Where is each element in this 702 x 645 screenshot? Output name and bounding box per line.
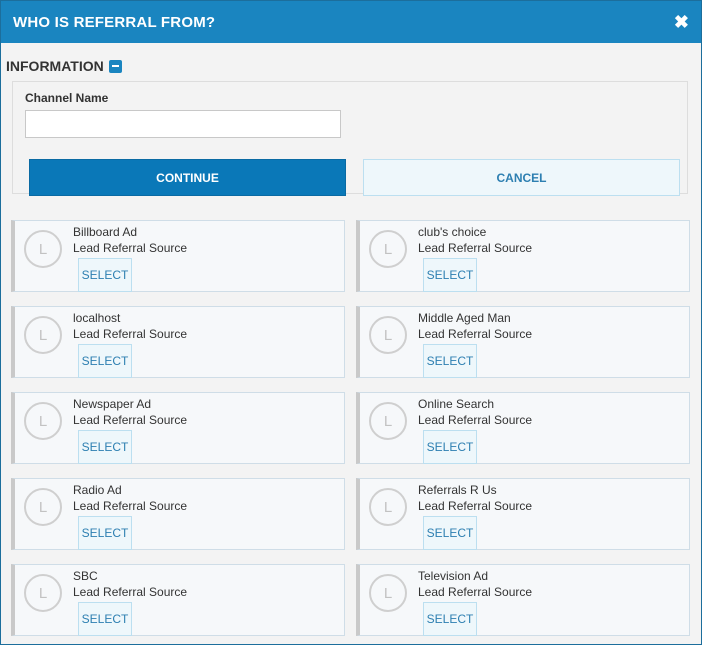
channel-name: Television Ad	[418, 569, 489, 583]
channel-card: L Middle Aged Man Lead Referral Source S…	[356, 306, 690, 378]
select-button[interactable]: SELECT	[423, 344, 477, 378]
select-button[interactable]: SELECT	[78, 602, 132, 636]
channel-name-label: Channel Name	[25, 91, 109, 105]
channel-card-grid: L Billboard Ad Lead Referral Source SELE…	[11, 220, 691, 636]
channel-name: Billboard Ad	[73, 225, 138, 239]
channel-type: Lead Referral Source	[418, 499, 533, 513]
avatar-icon: L	[24, 402, 62, 440]
avatar-icon: L	[369, 574, 407, 612]
avatar-icon: L	[369, 316, 407, 354]
avatar-icon: L	[24, 574, 62, 612]
section-title: INFORMATION	[6, 58, 104, 74]
channel-type: Lead Referral Source	[418, 241, 533, 255]
channel-type: Lead Referral Source	[418, 327, 533, 341]
collapse-icon[interactable]	[108, 59, 122, 73]
select-button[interactable]: SELECT	[78, 344, 132, 378]
select-button[interactable]: SELECT	[423, 602, 477, 636]
channel-name: Referrals R Us	[418, 483, 497, 497]
channel-type: Lead Referral Source	[73, 585, 188, 599]
channel-card: L localhost Lead Referral Source SELECT	[11, 306, 345, 378]
channel-type: Lead Referral Source	[73, 413, 188, 427]
channel-card: L Online Search Lead Referral Source SEL…	[356, 392, 690, 464]
channel-card: L Radio Ad Lead Referral Source SELECT	[11, 478, 345, 550]
channel-card: L Billboard Ad Lead Referral Source SELE…	[11, 220, 345, 292]
select-button[interactable]: SELECT	[423, 516, 477, 550]
channel-name: club's choice	[418, 225, 487, 239]
avatar-icon: L	[369, 230, 407, 268]
referral-dialog: WHO IS REFERRAL FROM? ✖ INFORMATION Chan…	[0, 0, 702, 645]
select-button[interactable]: SELECT	[423, 430, 477, 464]
avatar-icon: L	[369, 402, 407, 440]
channel-card: L Newspaper Ad Lead Referral Source SELE…	[11, 392, 345, 464]
select-button[interactable]: SELECT	[78, 430, 132, 464]
channel-card: L SBC Lead Referral Source SELECT	[11, 564, 345, 636]
information-panel: Channel Name CONTINUE CANCEL	[12, 81, 688, 196]
close-icon[interactable]: ✖	[674, 13, 689, 31]
information-section-header: INFORMATION	[6, 58, 701, 74]
channel-name: localhost	[73, 311, 121, 325]
dialog-title: WHO IS REFERRAL FROM?	[13, 13, 216, 31]
avatar-icon: L	[369, 488, 407, 526]
channel-name-input[interactable]	[25, 110, 341, 138]
channel-card: L Television Ad Lead Referral Source SEL…	[356, 564, 690, 636]
avatar-icon: L	[24, 230, 62, 268]
channel-card: L Referrals R Us Lead Referral Source SE…	[356, 478, 690, 550]
channel-type: Lead Referral Source	[418, 413, 533, 427]
select-button[interactable]: SELECT	[78, 258, 132, 292]
select-button[interactable]: SELECT	[78, 516, 132, 550]
channel-name: Online Search	[418, 397, 495, 411]
channel-name: SBC	[73, 569, 98, 583]
avatar-icon: L	[24, 488, 62, 526]
action-buttons: CONTINUE CANCEL	[29, 159, 687, 196]
continue-button[interactable]: CONTINUE	[29, 159, 346, 196]
channel-card: L club's choice Lead Referral Source SEL…	[356, 220, 690, 292]
select-button[interactable]: SELECT	[423, 258, 477, 292]
channel-name: Newspaper Ad	[73, 397, 152, 411]
avatar-icon: L	[24, 316, 62, 354]
dialog-header: WHO IS REFERRAL FROM? ✖	[1, 1, 701, 43]
channel-name: Radio Ad	[73, 483, 122, 497]
channel-type: Lead Referral Source	[73, 499, 188, 513]
cancel-button[interactable]: CANCEL	[363, 159, 680, 196]
channel-type: Lead Referral Source	[73, 327, 188, 341]
channel-type: Lead Referral Source	[418, 585, 533, 599]
channel-type: Lead Referral Source	[73, 241, 188, 255]
channel-name: Middle Aged Man	[418, 311, 511, 325]
